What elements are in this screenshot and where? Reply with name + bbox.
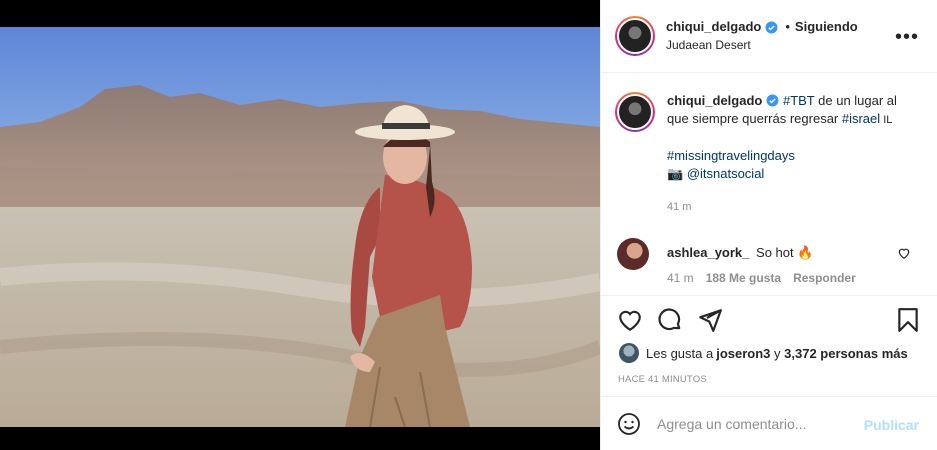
- comment-text: So hot 🔥: [756, 245, 814, 260]
- instagram-post-modal: chiqui_delgado • Siguiendo Judaean Deser…: [0, 0, 937, 450]
- comment-like-icon[interactable]: [897, 246, 911, 260]
- caption-timestamp[interactable]: 41 m: [667, 201, 691, 213]
- likes-mid: y: [770, 345, 785, 361]
- publish-button[interactable]: Publicar: [864, 417, 919, 433]
- separator-dot: •: [785, 19, 790, 34]
- comment-item: ashlea_york_ So hot 🔥: [617, 238, 813, 270]
- action-bar: [617, 307, 921, 335]
- author-avatar[interactable]: [615, 16, 655, 56]
- comment-meta: 41 m 188 Me gusta Responder: [667, 271, 856, 285]
- caption-username[interactable]: chiqui_delgado: [667, 93, 762, 108]
- post-photo[interactable]: [0, 27, 600, 427]
- liker-avatar[interactable]: [619, 343, 639, 363]
- save-icon[interactable]: [895, 307, 921, 333]
- comment-icon[interactable]: [657, 307, 683, 333]
- hashtag-link[interactable]: #TBT: [783, 93, 815, 108]
- camera-icon: 📷: [667, 166, 687, 181]
- hashtag-link[interactable]: #missingtravelingdays: [667, 148, 795, 163]
- flag-text: IL: [880, 114, 893, 126]
- verified-icon: [766, 94, 779, 107]
- following-button[interactable]: Siguiendo: [795, 18, 858, 36]
- more-options-icon[interactable]: •••: [895, 27, 919, 47]
- post-header: chiqui_delgado • Siguiendo Judaean Deser…: [601, 0, 937, 73]
- reply-button[interactable]: Responder: [793, 271, 856, 285]
- share-icon[interactable]: [697, 307, 723, 333]
- liker-username[interactable]: joseron3: [716, 346, 770, 361]
- comment-timestamp[interactable]: 41 m: [667, 271, 694, 285]
- post-details-panel: chiqui_delgado • Siguiendo Judaean Deser…: [600, 0, 937, 450]
- likes-prefix: Les gusta a: [646, 345, 714, 361]
- post-time-ago[interactable]: HACE 41 MINUTOS: [618, 374, 707, 385]
- heart-icon[interactable]: [617, 307, 643, 333]
- likes-summary: Les gusta a joseron3 y 3,372 personas má…: [619, 343, 908, 363]
- mention-link[interactable]: @itsnatsocial: [687, 166, 765, 181]
- emoji-icon[interactable]: [617, 412, 641, 436]
- commenter-avatar[interactable]: [617, 238, 649, 270]
- commenter-username[interactable]: ashlea_york_: [667, 245, 749, 260]
- post-location[interactable]: Judaean Desert: [666, 36, 858, 54]
- comment-likes[interactable]: 188 Me gusta: [706, 271, 781, 285]
- verified-icon: [765, 21, 778, 33]
- comments-section: chiqui_delgado #TBT de un lugar al que s…: [601, 74, 937, 296]
- caption-author-avatar[interactable]: [615, 92, 655, 132]
- likes-count[interactable]: 3,372 personas más: [784, 346, 908, 361]
- comment-input[interactable]: [657, 415, 857, 432]
- caption-text: chiqui_delgado #TBT de un lugar al que s…: [667, 92, 917, 183]
- add-comment-bar: Publicar: [601, 396, 937, 450]
- media-area: [0, 0, 600, 450]
- post-caption: chiqui_delgado #TBT de un lugar al que s…: [615, 92, 917, 183]
- hashtag-link[interactable]: #israel: [842, 111, 880, 126]
- author-username[interactable]: chiqui_delgado: [666, 18, 761, 36]
